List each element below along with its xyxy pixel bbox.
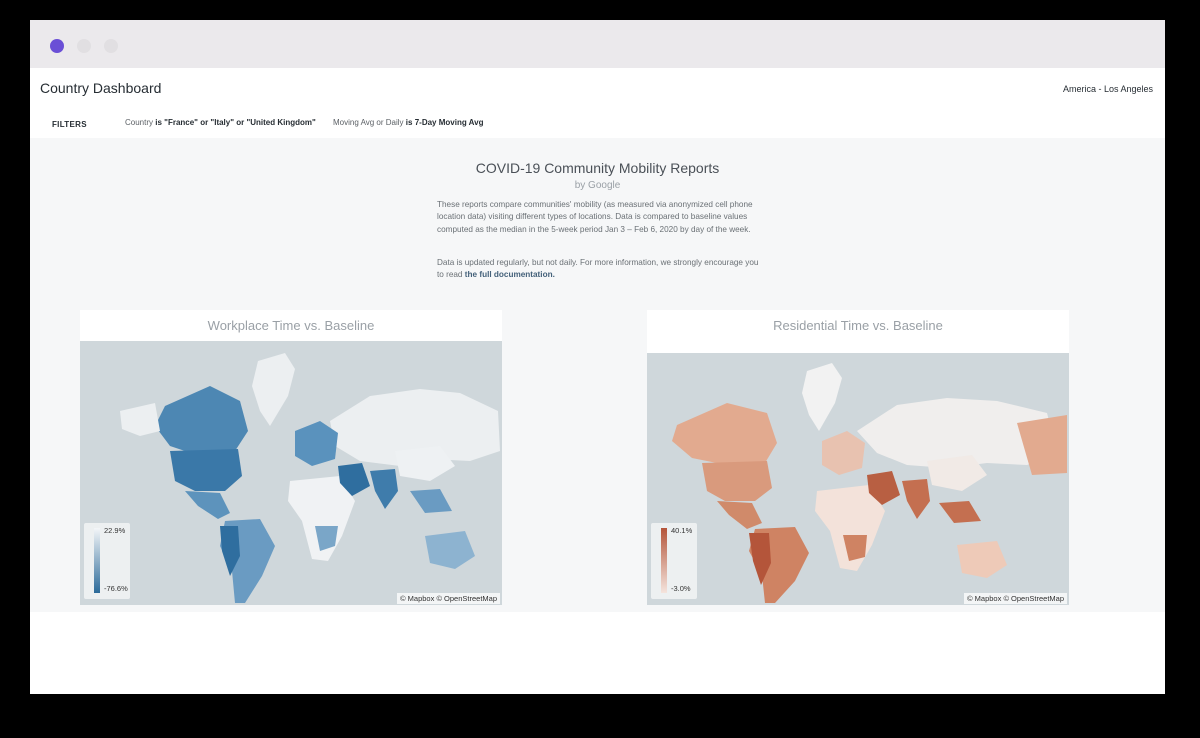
browser-window: Country Dashboard America - Los Angeles …	[30, 20, 1165, 694]
filter-operator: is	[405, 118, 413, 127]
europe	[822, 431, 865, 475]
filter-operator: is	[155, 118, 162, 127]
residential-map-tile[interactable]: Residential Time vs. Baseline 40.1% -3.0…	[647, 310, 1069, 605]
india	[370, 469, 398, 509]
mexico	[717, 501, 762, 529]
greenland	[252, 353, 295, 426]
usa	[702, 461, 772, 501]
close-button[interactable]	[50, 39, 64, 53]
timezone-label[interactable]: America - Los Angeles	[1063, 84, 1153, 94]
map-attribution[interactable]: © Mapbox © OpenStreetMap	[964, 593, 1067, 604]
dashboard-content: COVID-19 Community Mobility Reports by G…	[30, 138, 1165, 612]
legend-gradient	[94, 528, 100, 593]
report-subtitle: by Google	[574, 180, 621, 191]
report-note: Data is updated regularly, but not daily…	[437, 257, 762, 282]
filters-label: FILTERS	[52, 120, 87, 129]
canada	[672, 403, 777, 465]
legend-max: 40.1%	[671, 526, 693, 535]
dashboard-header: Country Dashboard America - Los Angeles …	[30, 68, 1165, 138]
canada	[155, 386, 248, 456]
window-titlebar	[30, 20, 1165, 68]
greenland	[802, 363, 842, 431]
southeast-asia	[939, 501, 981, 523]
filter-value: 7-Day Moving Avg	[414, 118, 484, 127]
workplace-map-tile[interactable]: Workplace Time vs. Baseline 22.9% -76.6%…	[80, 310, 502, 605]
world-map	[672, 363, 1067, 603]
maximize-button[interactable]	[104, 39, 118, 53]
dashboard-title: Country Dashboard	[40, 80, 162, 96]
australia	[957, 541, 1007, 578]
east-asia-edge	[1017, 415, 1067, 475]
world-map	[120, 353, 500, 603]
map-legend: 22.9% -76.6%	[84, 523, 130, 599]
filter-field: Country	[125, 118, 154, 127]
filter-country[interactable]: Country is "France" or "Italy" or "Unite…	[125, 118, 316, 127]
tile-title: Workplace Time vs. Baseline	[207, 318, 375, 333]
alaska	[120, 403, 160, 436]
filter-value: "France" or "Italy" or "United Kingdom"	[164, 118, 316, 127]
documentation-link[interactable]: the full documentation.	[465, 270, 555, 279]
minimize-button[interactable]	[77, 39, 91, 53]
legend-min: -3.0%	[671, 584, 691, 593]
report-title: COVID-19 Community Mobility Reports	[475, 160, 720, 176]
workplace-choropleth-map[interactable]: 22.9% -76.6% © Mapbox © OpenStreetMap	[80, 341, 502, 605]
tile-title: Residential Time vs. Baseline	[773, 318, 943, 333]
usa	[170, 449, 242, 491]
map-legend: 40.1% -3.0%	[651, 523, 697, 599]
legend-min: -76.6%	[104, 584, 128, 593]
report-description: These reports compare communities' mobil…	[437, 200, 753, 234]
india	[902, 479, 930, 519]
mexico	[185, 491, 230, 519]
map-attribution[interactable]: © Mapbox © OpenStreetMap	[397, 593, 500, 604]
southeast-asia	[410, 489, 452, 513]
filter-field: Moving Avg or Daily	[333, 118, 404, 127]
legend-max: 22.9%	[104, 526, 126, 535]
residential-choropleth-map[interactable]: 40.1% -3.0% © Mapbox © OpenStreetMap	[647, 353, 1069, 605]
filter-moving-avg[interactable]: Moving Avg or Daily is 7-Day Moving Avg	[333, 118, 483, 127]
legend-gradient	[661, 528, 667, 593]
australia	[425, 531, 475, 569]
